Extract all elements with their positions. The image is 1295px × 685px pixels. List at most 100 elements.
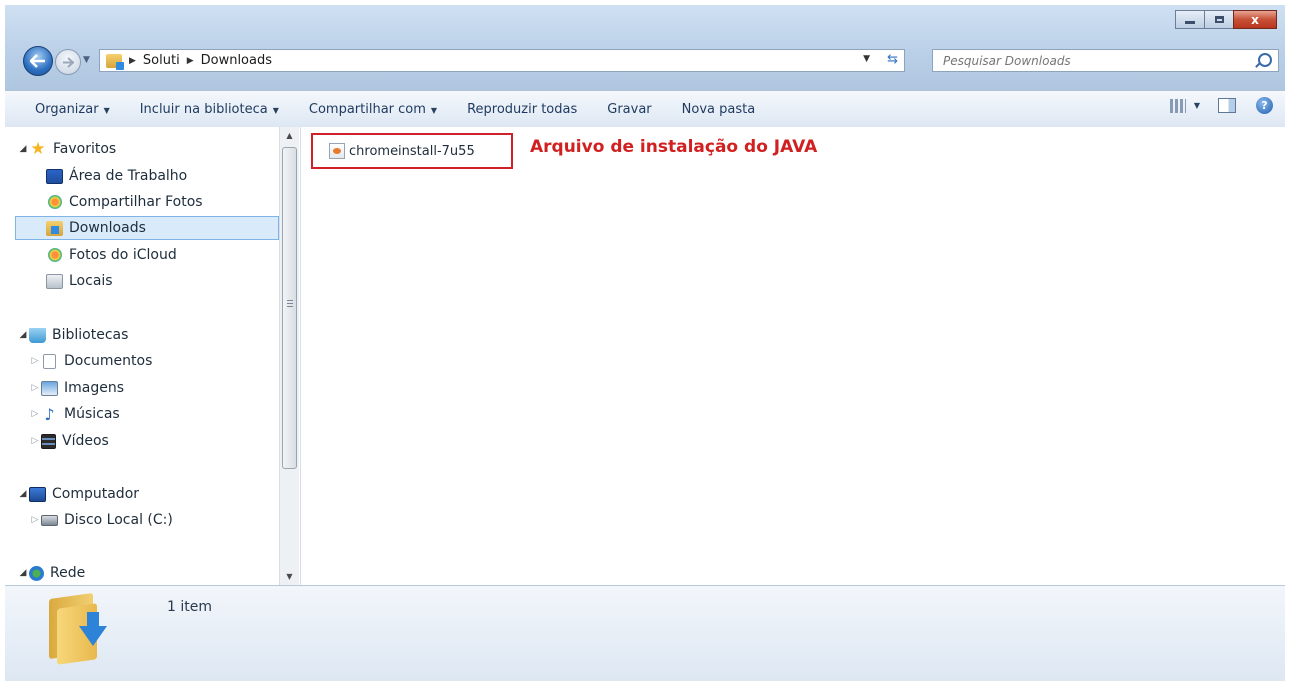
play-all-button[interactable]: Reproduzir todas [452, 102, 592, 117]
chevron-right-icon[interactable]: ▶ [129, 56, 136, 66]
include-in-library-label: Incluir na biblioteca [139, 101, 268, 117]
network-icon [29, 565, 44, 581]
search-box[interactable] [932, 49, 1279, 72]
sidebar-item-fotos-do-icloud[interactable]: Fotos do iCloud [46, 243, 177, 267]
file-item[interactable]: chromeinstall-7u55 [311, 133, 513, 169]
scroll-up-icon[interactable]: ▲ [280, 127, 299, 144]
share-with-menu[interactable]: Compartilhar com ▼ [294, 102, 452, 117]
address-dropdown-icon[interactable]: ▼ [863, 54, 870, 64]
recent-pages-dropdown-icon[interactable]: ▼ [83, 55, 90, 65]
organize-menu[interactable]: Organizar ▼ [5, 102, 125, 117]
downloads-folder-icon [106, 53, 124, 70]
documents-icon [43, 353, 56, 369]
maximize-icon [1214, 16, 1224, 23]
search-input[interactable] [941, 52, 1235, 69]
chevron-down-icon: ▼ [430, 105, 438, 115]
sidebar-group-label: Bibliotecas [52, 327, 129, 343]
breadcrumb-soluti[interactable]: Soluti [143, 53, 180, 68]
arrow-left-icon [30, 54, 45, 68]
new-folder-button[interactable]: Nova pasta [667, 102, 771, 117]
maximize-button[interactable] [1204, 10, 1234, 29]
expand-arrow-icon[interactable]: ▷ [29, 356, 41, 366]
main-area: ◢ ★ Favoritos Área de Trabalho Compartil… [5, 127, 1285, 585]
sidebar-group-label: Computador [52, 486, 140, 502]
sidebar-item-documentos[interactable]: ▷ Documentos [29, 349, 153, 373]
details-pane: 1 item [5, 585, 1285, 681]
expand-arrow-icon[interactable]: ◢ [17, 568, 29, 578]
sidebar-item-label: Documentos [64, 353, 153, 369]
forward-button[interactable] [55, 49, 81, 75]
sidebar-group-rede[interactable]: ◢ Rede [17, 561, 86, 585]
scroll-down-icon[interactable]: ▼ [280, 568, 299, 585]
scroll-thumb[interactable] [282, 147, 297, 469]
sidebar-item-label: Área de Trabalho [69, 168, 188, 184]
chevron-right-icon[interactable]: ▶ [187, 56, 194, 66]
help-icon[interactable]: ? [1256, 97, 1273, 114]
item-count: 1 item [167, 599, 212, 615]
expand-arrow-icon[interactable]: ▷ [29, 436, 41, 446]
downloads-folder-icon [46, 220, 63, 236]
computer-icon [29, 486, 46, 502]
organize-label: Organizar [35, 101, 99, 117]
expand-arrow-icon[interactable]: ◢ [17, 330, 29, 340]
minimize-icon [1185, 21, 1195, 24]
close-button[interactable]: x [1233, 10, 1277, 29]
sidebar-group-computador[interactable]: ◢ Computador [17, 482, 139, 506]
toolbar-right-tools: ▼ ? [1169, 97, 1273, 114]
grip-icon [287, 300, 293, 308]
sidebar-item-downloads[interactable]: Downloads [15, 216, 279, 240]
preview-pane-icon[interactable] [1218, 98, 1236, 113]
java-installer-icon [329, 143, 345, 159]
file-list: chromeinstall-7u55 Arquivo de instalação… [300, 127, 1285, 585]
expand-arrow-icon[interactable]: ◢ [17, 144, 29, 154]
expand-arrow-icon[interactable]: ▷ [29, 515, 41, 525]
sidebar-item-label: Compartilhar Fotos [69, 194, 203, 210]
refresh-icon[interactable]: ⇆ [887, 52, 898, 67]
library-icon [29, 327, 46, 343]
sidebar-item-label: Imagens [64, 380, 125, 396]
sidebar-group-favoritos[interactable]: ◢ ★ Favoritos [17, 137, 117, 161]
title-bar: x ▼ ▶ Soluti ▶ Downloads ▼ ⇆ [5, 5, 1285, 90]
share-with-label: Compartilhar com [308, 101, 426, 117]
sidebar-item-locais[interactable]: Locais [46, 269, 113, 293]
music-icon: ♪ [44, 404, 55, 424]
local-disk-icon [41, 514, 58, 526]
sidebar-item-compartilhar-fotos[interactable]: Compartilhar Fotos [46, 190, 203, 214]
expand-arrow-icon[interactable]: ◢ [17, 489, 29, 499]
search-icon[interactable] [1258, 53, 1272, 67]
explorer-window: x ▼ ▶ Soluti ▶ Downloads ▼ ⇆ Pesquisar D… [5, 5, 1285, 681]
navigation-pane-scrollbar[interactable]: ▲ ▼ [279, 127, 299, 585]
star-icon: ★ [30, 138, 46, 159]
sidebar-item-label: Disco Local (C:) [64, 512, 173, 528]
desktop-icon [46, 168, 63, 184]
back-button[interactable] [23, 46, 53, 76]
file-name: chromeinstall-7u55 [349, 143, 475, 159]
photo-stream-icon [48, 195, 62, 209]
sidebar-item-label: Downloads [69, 220, 146, 236]
chevron-down-icon: ▼ [103, 105, 110, 115]
images-icon [41, 380, 58, 396]
sidebar-item-label: Vídeos [62, 433, 109, 449]
sidebar-item-area-de-trabalho[interactable]: Área de Trabalho [46, 164, 187, 188]
sidebar-item-disco-local[interactable]: ▷ Disco Local (C:) [29, 508, 173, 532]
sidebar-group-label: Favoritos [53, 141, 117, 157]
expand-arrow-icon[interactable]: ▷ [29, 383, 41, 393]
annotation-label: Arquivo de instalação do JAVA [530, 137, 818, 157]
sidebar-item-label: Locais [69, 273, 113, 289]
breadcrumb-downloads[interactable]: Downloads [201, 53, 272, 68]
address-bar[interactable]: ▶ Soluti ▶ Downloads ▼ ⇆ [99, 49, 905, 72]
sidebar-group-bibliotecas[interactable]: ◢ Bibliotecas [17, 323, 129, 347]
include-in-library-menu[interactable]: Incluir na biblioteca ▼ [125, 102, 294, 117]
window-controls: x [1175, 10, 1277, 29]
change-view-icon[interactable] [1169, 98, 1186, 113]
sidebar-item-label: Fotos do iCloud [69, 247, 177, 263]
sidebar-item-imagens[interactable]: ▷ Imagens [29, 376, 124, 400]
videos-icon [41, 433, 56, 449]
sidebar-item-videos[interactable]: ▷ Vídeos [29, 429, 109, 453]
sidebar-item-musicas[interactable]: ▷ ♪ Músicas [29, 402, 120, 426]
downloads-folder-large-icon [45, 592, 107, 665]
expand-arrow-icon[interactable]: ▷ [29, 409, 41, 419]
view-options-dropdown-icon[interactable]: ▼ [1194, 101, 1200, 110]
minimize-button[interactable] [1175, 10, 1205, 29]
burn-button[interactable]: Gravar [592, 102, 666, 117]
